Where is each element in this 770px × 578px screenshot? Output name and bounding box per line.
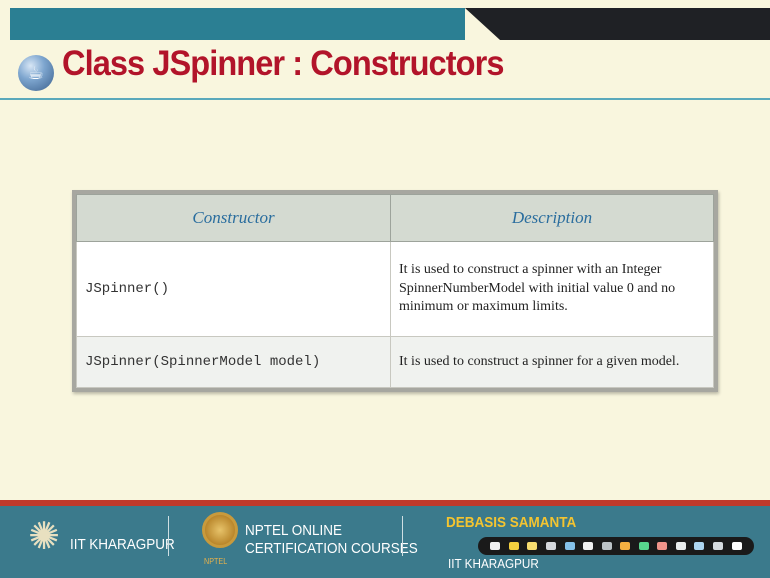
top-banner-teal [10, 8, 465, 40]
highlighter-icon[interactable] [527, 542, 538, 550]
grid-icon[interactable] [713, 542, 724, 550]
nptel-line1: NPTEL ONLINE [245, 522, 343, 539]
constructors-table: Constructor Description JSpinner() It is… [72, 190, 718, 392]
marker-icon[interactable] [620, 542, 631, 550]
footer-divider [402, 516, 403, 556]
text-icon[interactable] [545, 542, 556, 550]
table-row: JSpinner() It is used to construct a spi… [76, 241, 714, 337]
footer-accent-line [0, 500, 770, 506]
line-icon[interactable] [583, 542, 594, 550]
description-cell: It is used to construct a spinner for a … [390, 336, 714, 388]
shape-icon[interactable] [564, 542, 575, 550]
nptel-logo-label: NPTEL [204, 557, 228, 566]
pointer-icon[interactable] [490, 542, 501, 550]
top-banner [0, 0, 770, 40]
constructor-cell: JSpinner(SpinnerModel model) [76, 336, 391, 388]
constructor-cell: JSpinner() [76, 241, 391, 337]
footer-institute: IIT KHARAGPUR [70, 536, 175, 553]
pen-icon[interactable] [508, 542, 519, 550]
author-name: DEBASIS SAMANTA [446, 514, 577, 531]
java-logo-icon: ☕ [18, 55, 54, 91]
nptel-logo-icon [202, 512, 238, 548]
table-row: JSpinner(SpinnerModel model) It is used … [76, 336, 714, 388]
table-header-row: Constructor Description [76, 194, 714, 242]
footer-divider [168, 516, 169, 556]
dot-icon[interactable] [675, 542, 686, 550]
nptel-line2: CERTIFICATION COURSES [245, 540, 418, 557]
top-banner-dark [465, 8, 770, 40]
green-pen-icon[interactable] [638, 542, 649, 550]
iit-emblem-icon: ✺ [28, 516, 60, 558]
description-cell: It is used to construct a spinner with a… [390, 241, 714, 337]
header-constructor: Constructor [76, 194, 391, 242]
note-icon[interactable] [601, 542, 612, 550]
author-institute: IIT KHARAGPUR [448, 556, 539, 571]
eraser-icon[interactable] [657, 542, 668, 550]
annotation-toolbar [478, 537, 754, 555]
clear-icon[interactable] [731, 542, 742, 550]
header-description: Description [390, 194, 714, 242]
slide-title: Class JSpinner : Constructors [62, 44, 504, 83]
laser-icon[interactable] [694, 542, 705, 550]
